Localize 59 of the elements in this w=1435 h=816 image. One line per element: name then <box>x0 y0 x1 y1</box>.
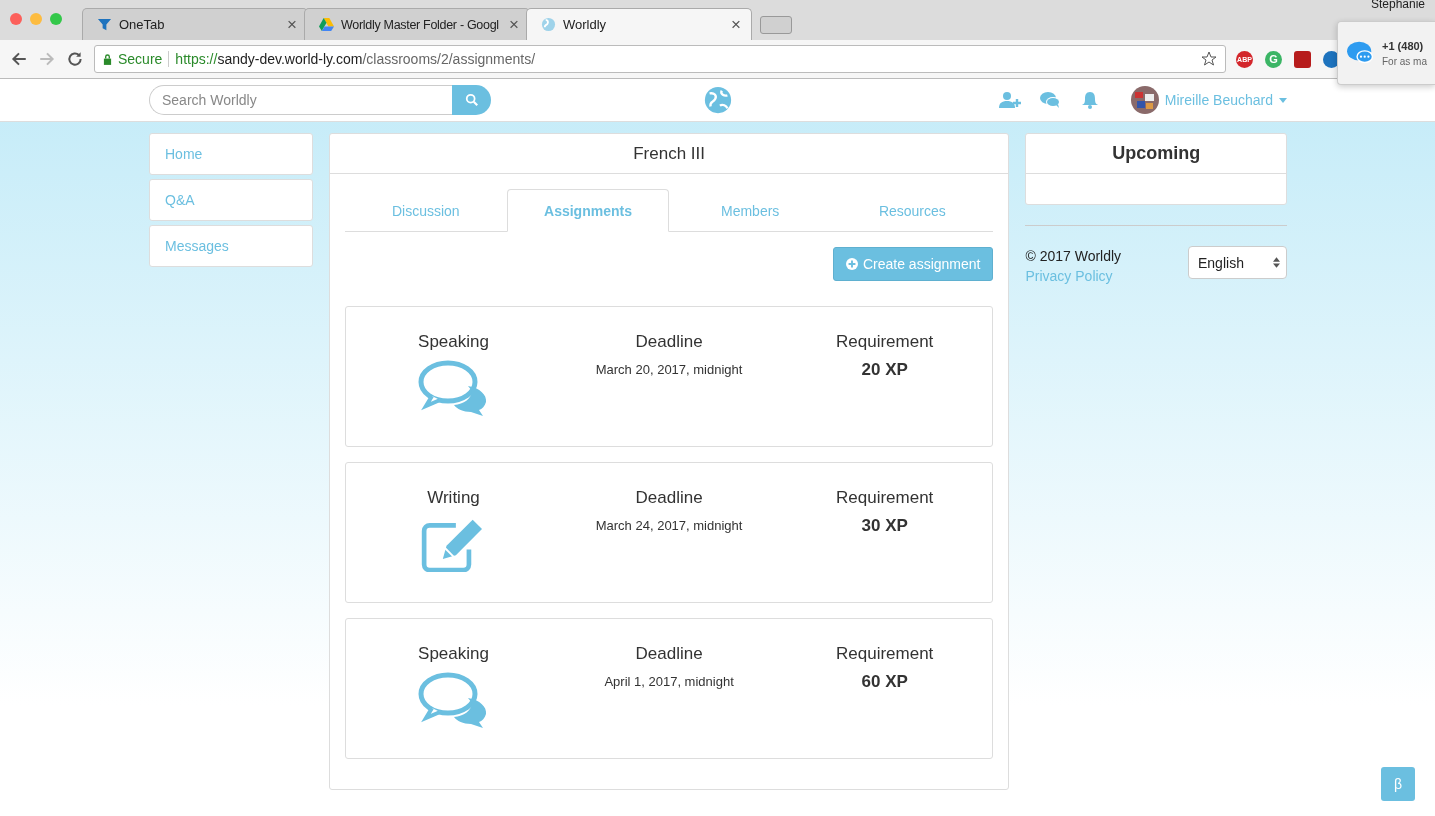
requirement-xp: 30 XP <box>861 516 908 536</box>
assignment-card[interactable]: Writing Deadline March 24, 2017, midnight Requirement 30 XP <box>344 462 994 603</box>
deadline-date: March 24, 2017, midnight <box>595 518 743 533</box>
deadline-label: Deadline <box>635 488 703 508</box>
notification-toast[interactable]: +1 (480) For as ma <box>1337 21 1435 85</box>
requirement-label: Requirement <box>836 644 934 664</box>
requirement-xp: 60 XP <box>861 672 908 692</box>
lock-icon <box>103 53 112 65</box>
assignment-card[interactable]: Speaking Deadline April 1, 2017, midnight Requirement 60 XP <box>344 618 994 759</box>
deadline-date: March 20, 2017, midnight <box>595 362 743 377</box>
search-icon <box>464 93 479 107</box>
close-window-icon[interactable] <box>10 13 22 25</box>
notification-body: For as ma <box>1382 55 1427 67</box>
assignment-type: Speaking <box>418 332 489 352</box>
updown-icon <box>1273 257 1280 268</box>
deadline-label: Deadline <box>635 332 703 352</box>
search-field[interactable]: Search Worldly <box>149 85 452 115</box>
zoom-window-icon[interactable] <box>50 13 62 25</box>
avatar <box>1130 86 1159 114</box>
assignment-type: Writing <box>427 488 480 508</box>
profile-name[interactable]: Stephanie <box>1370 0 1425 11</box>
deadline-label: Deadline <box>635 644 703 664</box>
forward-icon[interactable] <box>38 50 56 68</box>
requirement-label: Requirement <box>836 332 934 352</box>
add-person-icon[interactable] <box>998 91 1021 109</box>
browser-tab[interactable]: Worldly × <box>526 8 752 40</box>
assignment-type: Speaking <box>418 644 489 664</box>
close-icon[interactable]: × <box>731 14 741 35</box>
requirement-xp: 20 XP <box>861 360 908 380</box>
chat-icon[interactable] <box>1038 91 1061 109</box>
url-text: https://sandy-dev.world-ly.com/classrooms/2/assignments/ <box>175 51 537 67</box>
address-bar[interactable]: Secure https://sandy-dev.world-ly.com/classrooms/2/assignments/ <box>94 45 1226 73</box>
close-icon[interactable]: × <box>509 14 519 35</box>
back-icon[interactable] <box>10 50 28 68</box>
browser-tab[interactable]: OneTab × <box>82 8 308 40</box>
caret-icon <box>1279 97 1287 103</box>
reload-icon[interactable] <box>66 50 84 68</box>
close-icon[interactable]: × <box>287 14 297 35</box>
copyright-text: © 2017 Worldly <box>1025 248 1122 264</box>
extension-icon[interactable]: G <box>1265 50 1282 68</box>
language-select[interactable]: English <box>1188 246 1287 279</box>
funnel-icon <box>97 17 112 32</box>
requirement-label: Requirement <box>836 488 934 508</box>
chat-bubble-icon <box>1346 40 1376 66</box>
upcoming-title: Upcoming <box>1112 143 1201 164</box>
triangle-icon <box>319 17 334 32</box>
notification-title: +1 (480) <box>1382 39 1425 52</box>
classroom-title: French III <box>633 143 705 164</box>
deadline-date: April 1, 2017, midnight <box>604 674 734 689</box>
assignment-card[interactable]: Speaking Deadline March 20, 2017, midnight Requirement 20 XP <box>344 306 994 447</box>
minimize-window-icon[interactable] <box>30 13 42 25</box>
globe-logo[interactable] <box>703 85 733 115</box>
plus-circle-icon <box>845 258 858 270</box>
search-button[interactable] <box>452 85 491 115</box>
secure-label: Secure <box>118 51 170 67</box>
new-tab-button[interactable] <box>760 16 792 34</box>
globe-icon <box>541 17 556 32</box>
extension-icon[interactable] <box>1294 50 1311 68</box>
star-icon[interactable] <box>1201 51 1217 67</box>
